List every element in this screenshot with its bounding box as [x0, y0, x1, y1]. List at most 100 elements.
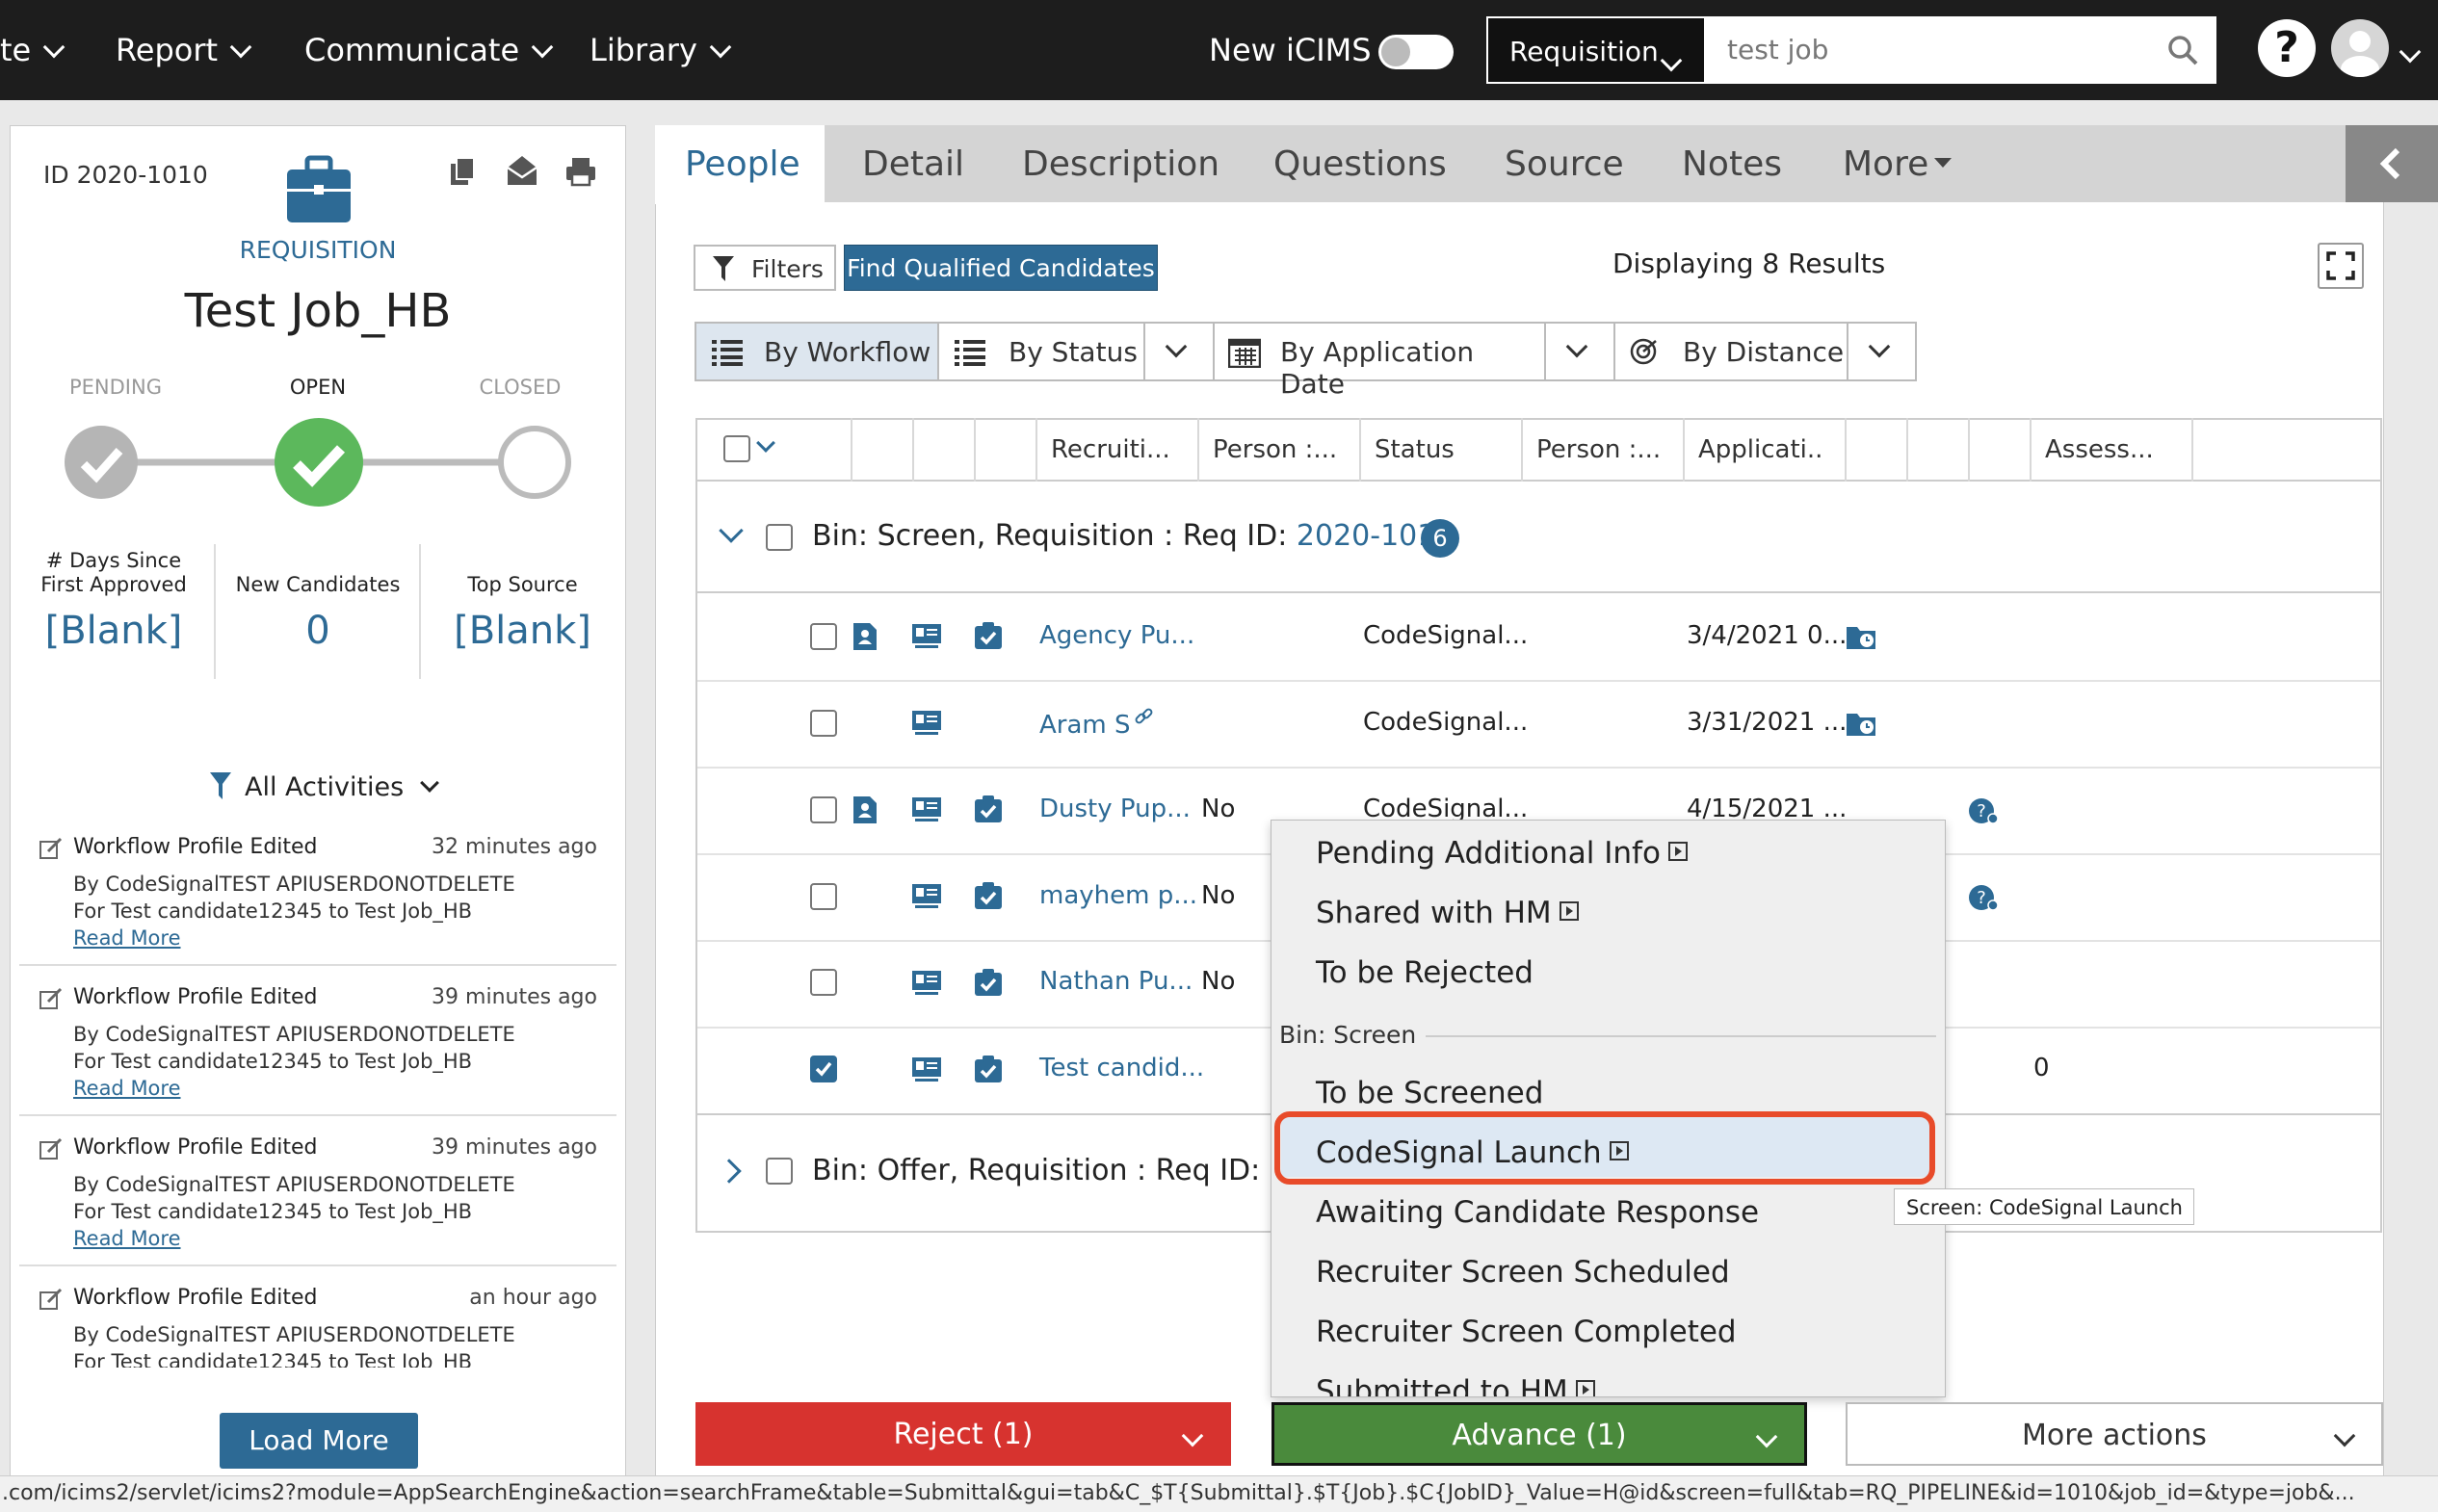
tab-detail[interactable]: Detail	[862, 144, 964, 184]
help-icon[interactable]: ?	[2258, 19, 2316, 77]
read-more-link[interactable]: Read More	[73, 1077, 181, 1100]
row-divider	[697, 680, 2380, 682]
nav-menu-report[interactable]: Report	[116, 32, 252, 68]
resume-icon[interactable]	[853, 796, 877, 823]
profile-card-icon[interactable]	[912, 1057, 941, 1082]
clipboard-check-icon[interactable]	[975, 1056, 1002, 1082]
header-status[interactable]: Status	[1359, 418, 1521, 482]
reject-button[interactable]: Reject (1)	[695, 1402, 1231, 1466]
header-person-1[interactable]: Person :...	[1197, 418, 1359, 482]
header-recruiter[interactable]: Recruiti...	[1035, 418, 1197, 482]
row-divider	[697, 591, 2380, 593]
folder-clock-icon[interactable]	[1847, 711, 1875, 736]
status-step-pending: PENDING	[69, 376, 162, 399]
profile-card-icon[interactable]	[912, 624, 941, 649]
menu-item-to-be-rejected[interactable]: To be Rejected	[1316, 955, 1534, 990]
profile-card-icon[interactable]	[912, 711, 941, 736]
clipboard-check-icon[interactable]	[975, 969, 1002, 996]
status-options-dropdown[interactable]	[1145, 324, 1213, 379]
nav-menu-communicate[interactable]: Communicate	[304, 32, 554, 68]
row-checkbox[interactable]	[810, 710, 837, 737]
row-checkbox[interactable]	[810, 796, 837, 823]
activity-time: 32 minutes ago	[432, 835, 597, 859]
row-checkbox[interactable]	[810, 623, 837, 650]
view-by-application-date-button[interactable]: By Application Date	[1215, 324, 1544, 400]
view-by-status-button[interactable]: By Status	[939, 324, 1143, 379]
activity-by: By CodeSignalTEST APIUSERDONOTDELETE	[73, 1173, 515, 1196]
assessment-user-icon[interactable]: ?	[1968, 797, 2001, 826]
email-icon[interactable]	[506, 154, 538, 187]
copy-icon[interactable]	[449, 156, 476, 187]
row-checkbox[interactable]	[810, 883, 837, 910]
clipboard-check-icon[interactable]	[975, 622, 1002, 649]
search-input[interactable]: test job	[1706, 16, 2216, 84]
menu-item-recruiter-screen-scheduled[interactable]: Recruiter Screen Scheduled	[1316, 1255, 1730, 1290]
profile-card-icon[interactable]	[912, 884, 941, 909]
candidate-name-link[interactable]: Test candid...	[1039, 1054, 1204, 1082]
row-checkbox[interactable]	[810, 969, 837, 996]
folder-clock-icon[interactable]	[1847, 624, 1875, 649]
menu-item-recruiter-screen-completed[interactable]: Recruiter Screen Completed	[1316, 1315, 1737, 1349]
collapse-panel-button[interactable]	[2346, 125, 2438, 202]
read-more-link[interactable]: Read More	[73, 926, 181, 950]
profile-card-icon[interactable]	[912, 797, 941, 822]
read-more-link[interactable]: Read More	[73, 1227, 181, 1250]
search-input-value: test job	[1727, 34, 1829, 65]
nav-menu-partial[interactable]: te	[0, 32, 66, 68]
menu-item-shared-with-hm[interactable]: Shared with HM	[1316, 896, 1579, 930]
load-more-button[interactable]: Load More	[220, 1413, 418, 1469]
edit-icon	[39, 986, 64, 1011]
nav-menu-library[interactable]: Library	[590, 32, 732, 68]
more-actions-button[interactable]: More actions	[1846, 1402, 2383, 1466]
avatar[interactable]	[2331, 19, 2389, 77]
tab-description[interactable]: Description	[1022, 144, 1219, 184]
activity-title: Workflow Profile Edited	[73, 985, 318, 1009]
clipboard-check-icon[interactable]	[975, 882, 1002, 909]
bin-checkbox[interactable]	[766, 524, 793, 551]
print-icon[interactable]	[564, 156, 597, 187]
menu-item-submitted-to-hm[interactable]: Submitted to HM	[1316, 1374, 1595, 1396]
menu-item-awaiting-candidate-response[interactable]: Awaiting Candidate Response	[1316, 1195, 1759, 1230]
tab-notes[interactable]: Notes	[1682, 144, 1782, 184]
advance-button[interactable]: Advance (1)	[1271, 1402, 1807, 1466]
view-by-distance-button[interactable]: By Distance	[1615, 324, 1847, 379]
distance-options-dropdown[interactable]	[1848, 324, 1916, 379]
chevron-left-icon	[2379, 147, 2400, 180]
bin-checkbox[interactable]	[766, 1158, 793, 1185]
row-checkbox-checked[interactable]	[810, 1056, 837, 1082]
activity-title: Workflow Profile Edited	[73, 1286, 318, 1310]
header-person-2[interactable]: Person :...	[1521, 418, 1683, 482]
tab-questions[interactable]: Questions	[1273, 144, 1447, 184]
req-type-label: REQUISITION	[239, 236, 397, 264]
menu-item-pending-additional-info[interactable]: Pending Additional Info	[1316, 836, 1688, 871]
tab-more[interactable]: More	[1843, 144, 1953, 184]
filter-icon	[210, 772, 231, 799]
view-by-workflow-button[interactable]: By Workflow	[696, 324, 937, 379]
assessment-user-icon[interactable]: ?	[1968, 884, 2001, 913]
candidate-name-link[interactable]: mayhem p...	[1039, 881, 1197, 910]
resume-icon[interactable]	[853, 623, 877, 650]
activity-by: By CodeSignalTEST APIUSERDONOTDELETE	[73, 1023, 515, 1046]
tab-source[interactable]: Source	[1505, 144, 1624, 184]
fullscreen-button[interactable]	[2318, 243, 2364, 289]
activity-title: Workflow Profile Edited	[73, 1135, 318, 1160]
tab-people[interactable]: People	[685, 144, 800, 184]
filters-button[interactable]: Filters	[694, 245, 836, 291]
profile-card-icon[interactable]	[912, 971, 941, 996]
candidate-name-link[interactable]: Nathan Pu...	[1039, 967, 1193, 996]
candidate-name-link[interactable]: Agency Pu...	[1039, 621, 1194, 650]
clipboard-check-icon[interactable]	[975, 795, 1002, 822]
search-icon[interactable]	[2166, 34, 2199, 66]
check-icon	[815, 1061, 832, 1077]
application-date-options-dropdown[interactable]	[1546, 324, 1613, 379]
candidate-name-link[interactable]: Dusty Pup...	[1039, 795, 1191, 823]
activity-filter-dropdown[interactable]: All Activities	[210, 772, 440, 802]
candidate-name-link[interactable]: Aram S	[1039, 708, 1154, 740]
menu-item-to-be-screened[interactable]: To be Screened	[1316, 1076, 1543, 1110]
select-all-checkbox[interactable]	[723, 435, 750, 462]
find-qualified-candidates-button[interactable]: Find Qualified Candidates	[844, 245, 1158, 291]
header-assessment[interactable]: Assess...	[2030, 418, 2191, 482]
search-type-dropdown[interactable]: Requisition	[1486, 16, 1706, 84]
header-application-date[interactable]: Applicati..	[1683, 418, 1845, 482]
chevron-down-icon	[1565, 335, 1588, 358]
